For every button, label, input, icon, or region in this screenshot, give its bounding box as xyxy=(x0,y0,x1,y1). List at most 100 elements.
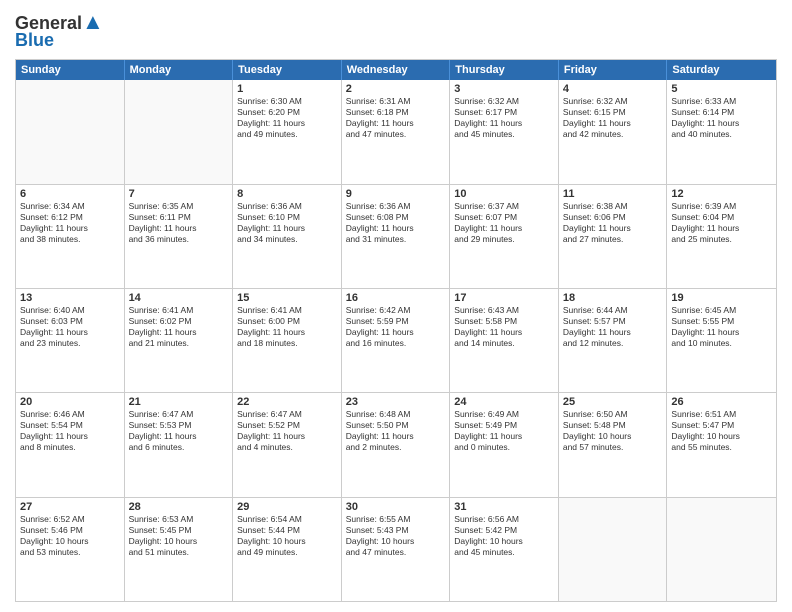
cell-line: Daylight: 11 hours xyxy=(346,223,446,234)
day-number: 31 xyxy=(454,501,554,513)
cell-line: and 45 minutes. xyxy=(454,129,554,140)
calendar-cell: 11Sunrise: 6:38 AMSunset: 6:06 PMDayligh… xyxy=(559,185,668,288)
cell-line: Sunset: 6:03 PM xyxy=(20,316,120,327)
cell-line: Sunrise: 6:56 AM xyxy=(454,514,554,525)
cell-line: and 6 minutes. xyxy=(129,442,229,453)
calendar-header-cell: Monday xyxy=(125,60,234,80)
cell-line: Sunset: 6:10 PM xyxy=(237,212,337,223)
cell-line: Sunrise: 6:46 AM xyxy=(20,409,120,420)
cell-line: Sunset: 5:47 PM xyxy=(671,420,772,431)
cell-line: Sunset: 6:12 PM xyxy=(20,212,120,223)
calendar-cell: 15Sunrise: 6:41 AMSunset: 6:00 PMDayligh… xyxy=(233,289,342,392)
cell-line: Sunset: 5:43 PM xyxy=(346,525,446,536)
calendar-header-cell: Wednesday xyxy=(342,60,451,80)
day-number: 18 xyxy=(563,292,663,304)
logo-blue: Blue xyxy=(15,30,54,51)
cell-line: Daylight: 11 hours xyxy=(129,431,229,442)
calendar-cell: 2Sunrise: 6:31 AMSunset: 6:18 PMDaylight… xyxy=(342,80,451,183)
cell-line: Sunset: 5:44 PM xyxy=(237,525,337,536)
calendar-week: 13Sunrise: 6:40 AMSunset: 6:03 PMDayligh… xyxy=(16,289,776,393)
cell-line: Sunrise: 6:37 AM xyxy=(454,201,554,212)
cell-line: Sunrise: 6:48 AM xyxy=(346,409,446,420)
day-number: 9 xyxy=(346,188,446,200)
calendar-header-cell: Saturday xyxy=(667,60,776,80)
day-number: 26 xyxy=(671,396,772,408)
day-number: 13 xyxy=(20,292,120,304)
cell-line: Sunrise: 6:39 AM xyxy=(671,201,772,212)
cell-line: Sunset: 5:48 PM xyxy=(563,420,663,431)
cell-line: Sunrise: 6:30 AM xyxy=(237,96,337,107)
cell-line: and 21 minutes. xyxy=(129,338,229,349)
day-number: 11 xyxy=(563,188,663,200)
cell-line: and 47 minutes. xyxy=(346,129,446,140)
cell-line: Sunrise: 6:47 AM xyxy=(237,409,337,420)
page: General▲ Blue SundayMondayTuesdayWednesd… xyxy=(0,0,792,612)
cell-line: Sunrise: 6:36 AM xyxy=(237,201,337,212)
cell-line: Sunrise: 6:35 AM xyxy=(129,201,229,212)
calendar-cell xyxy=(16,80,125,183)
cell-line: Sunrise: 6:44 AM xyxy=(563,305,663,316)
cell-line: and 55 minutes. xyxy=(671,442,772,453)
cell-line: Sunrise: 6:54 AM xyxy=(237,514,337,525)
cell-line: and 45 minutes. xyxy=(454,547,554,558)
cell-line: and 40 minutes. xyxy=(671,129,772,140)
cell-line: Daylight: 11 hours xyxy=(129,223,229,234)
cell-line: Daylight: 10 hours xyxy=(237,536,337,547)
calendar-cell: 22Sunrise: 6:47 AMSunset: 5:52 PMDayligh… xyxy=(233,393,342,496)
cell-line: Sunrise: 6:47 AM xyxy=(129,409,229,420)
cell-line: Sunset: 6:20 PM xyxy=(237,107,337,118)
day-number: 3 xyxy=(454,83,554,95)
cell-line: Sunrise: 6:55 AM xyxy=(346,514,446,525)
cell-line: Sunset: 5:45 PM xyxy=(129,525,229,536)
cell-line: Sunset: 6:15 PM xyxy=(563,107,663,118)
cell-line: Sunrise: 6:38 AM xyxy=(563,201,663,212)
day-number: 6 xyxy=(20,188,120,200)
cell-line: and 18 minutes. xyxy=(237,338,337,349)
day-number: 30 xyxy=(346,501,446,513)
day-number: 25 xyxy=(563,396,663,408)
cell-line: Daylight: 11 hours xyxy=(671,327,772,338)
cell-line: and 25 minutes. xyxy=(671,234,772,245)
cell-line: Sunrise: 6:52 AM xyxy=(20,514,120,525)
calendar-cell: 18Sunrise: 6:44 AMSunset: 5:57 PMDayligh… xyxy=(559,289,668,392)
calendar-header-cell: Sunday xyxy=(16,60,125,80)
cell-line: and 2 minutes. xyxy=(346,442,446,453)
cell-line: Daylight: 11 hours xyxy=(237,327,337,338)
calendar-cell: 13Sunrise: 6:40 AMSunset: 6:03 PMDayligh… xyxy=(16,289,125,392)
cell-line: Daylight: 11 hours xyxy=(563,223,663,234)
calendar-cell: 28Sunrise: 6:53 AMSunset: 5:45 PMDayligh… xyxy=(125,498,234,601)
calendar-cell: 3Sunrise: 6:32 AMSunset: 6:17 PMDaylight… xyxy=(450,80,559,183)
cell-line: Daylight: 11 hours xyxy=(563,118,663,129)
day-number: 28 xyxy=(129,501,229,513)
cell-line: Daylight: 11 hours xyxy=(20,431,120,442)
calendar-header-cell: Thursday xyxy=(450,60,559,80)
calendar-cell: 17Sunrise: 6:43 AMSunset: 5:58 PMDayligh… xyxy=(450,289,559,392)
cell-line: Sunrise: 6:31 AM xyxy=(346,96,446,107)
cell-line: and 14 minutes. xyxy=(454,338,554,349)
day-number: 7 xyxy=(129,188,229,200)
cell-line: Sunset: 5:54 PM xyxy=(20,420,120,431)
calendar-cell: 27Sunrise: 6:52 AMSunset: 5:46 PMDayligh… xyxy=(16,498,125,601)
cell-line: Sunset: 5:59 PM xyxy=(346,316,446,327)
cell-line: Daylight: 10 hours xyxy=(20,536,120,547)
cell-line: Daylight: 10 hours xyxy=(671,431,772,442)
calendar-cell: 12Sunrise: 6:39 AMSunset: 6:04 PMDayligh… xyxy=(667,185,776,288)
day-number: 29 xyxy=(237,501,337,513)
cell-line: Sunrise: 6:45 AM xyxy=(671,305,772,316)
cell-line: and 8 minutes. xyxy=(20,442,120,453)
calendar-week: 6Sunrise: 6:34 AMSunset: 6:12 PMDaylight… xyxy=(16,185,776,289)
cell-line: Sunrise: 6:32 AM xyxy=(563,96,663,107)
cell-line: Daylight: 11 hours xyxy=(20,223,120,234)
calendar-body: 1Sunrise: 6:30 AMSunset: 6:20 PMDaylight… xyxy=(16,80,776,601)
calendar-cell: 9Sunrise: 6:36 AMSunset: 6:08 PMDaylight… xyxy=(342,185,451,288)
day-number: 5 xyxy=(671,83,772,95)
calendar-cell: 20Sunrise: 6:46 AMSunset: 5:54 PMDayligh… xyxy=(16,393,125,496)
cell-line: and 16 minutes. xyxy=(346,338,446,349)
calendar-cell: 1Sunrise: 6:30 AMSunset: 6:20 PMDaylight… xyxy=(233,80,342,183)
calendar-cell: 30Sunrise: 6:55 AMSunset: 5:43 PMDayligh… xyxy=(342,498,451,601)
day-number: 17 xyxy=(454,292,554,304)
day-number: 8 xyxy=(237,188,337,200)
cell-line: Sunrise: 6:34 AM xyxy=(20,201,120,212)
calendar-cell: 6Sunrise: 6:34 AMSunset: 6:12 PMDaylight… xyxy=(16,185,125,288)
cell-line: and 49 minutes. xyxy=(237,547,337,558)
